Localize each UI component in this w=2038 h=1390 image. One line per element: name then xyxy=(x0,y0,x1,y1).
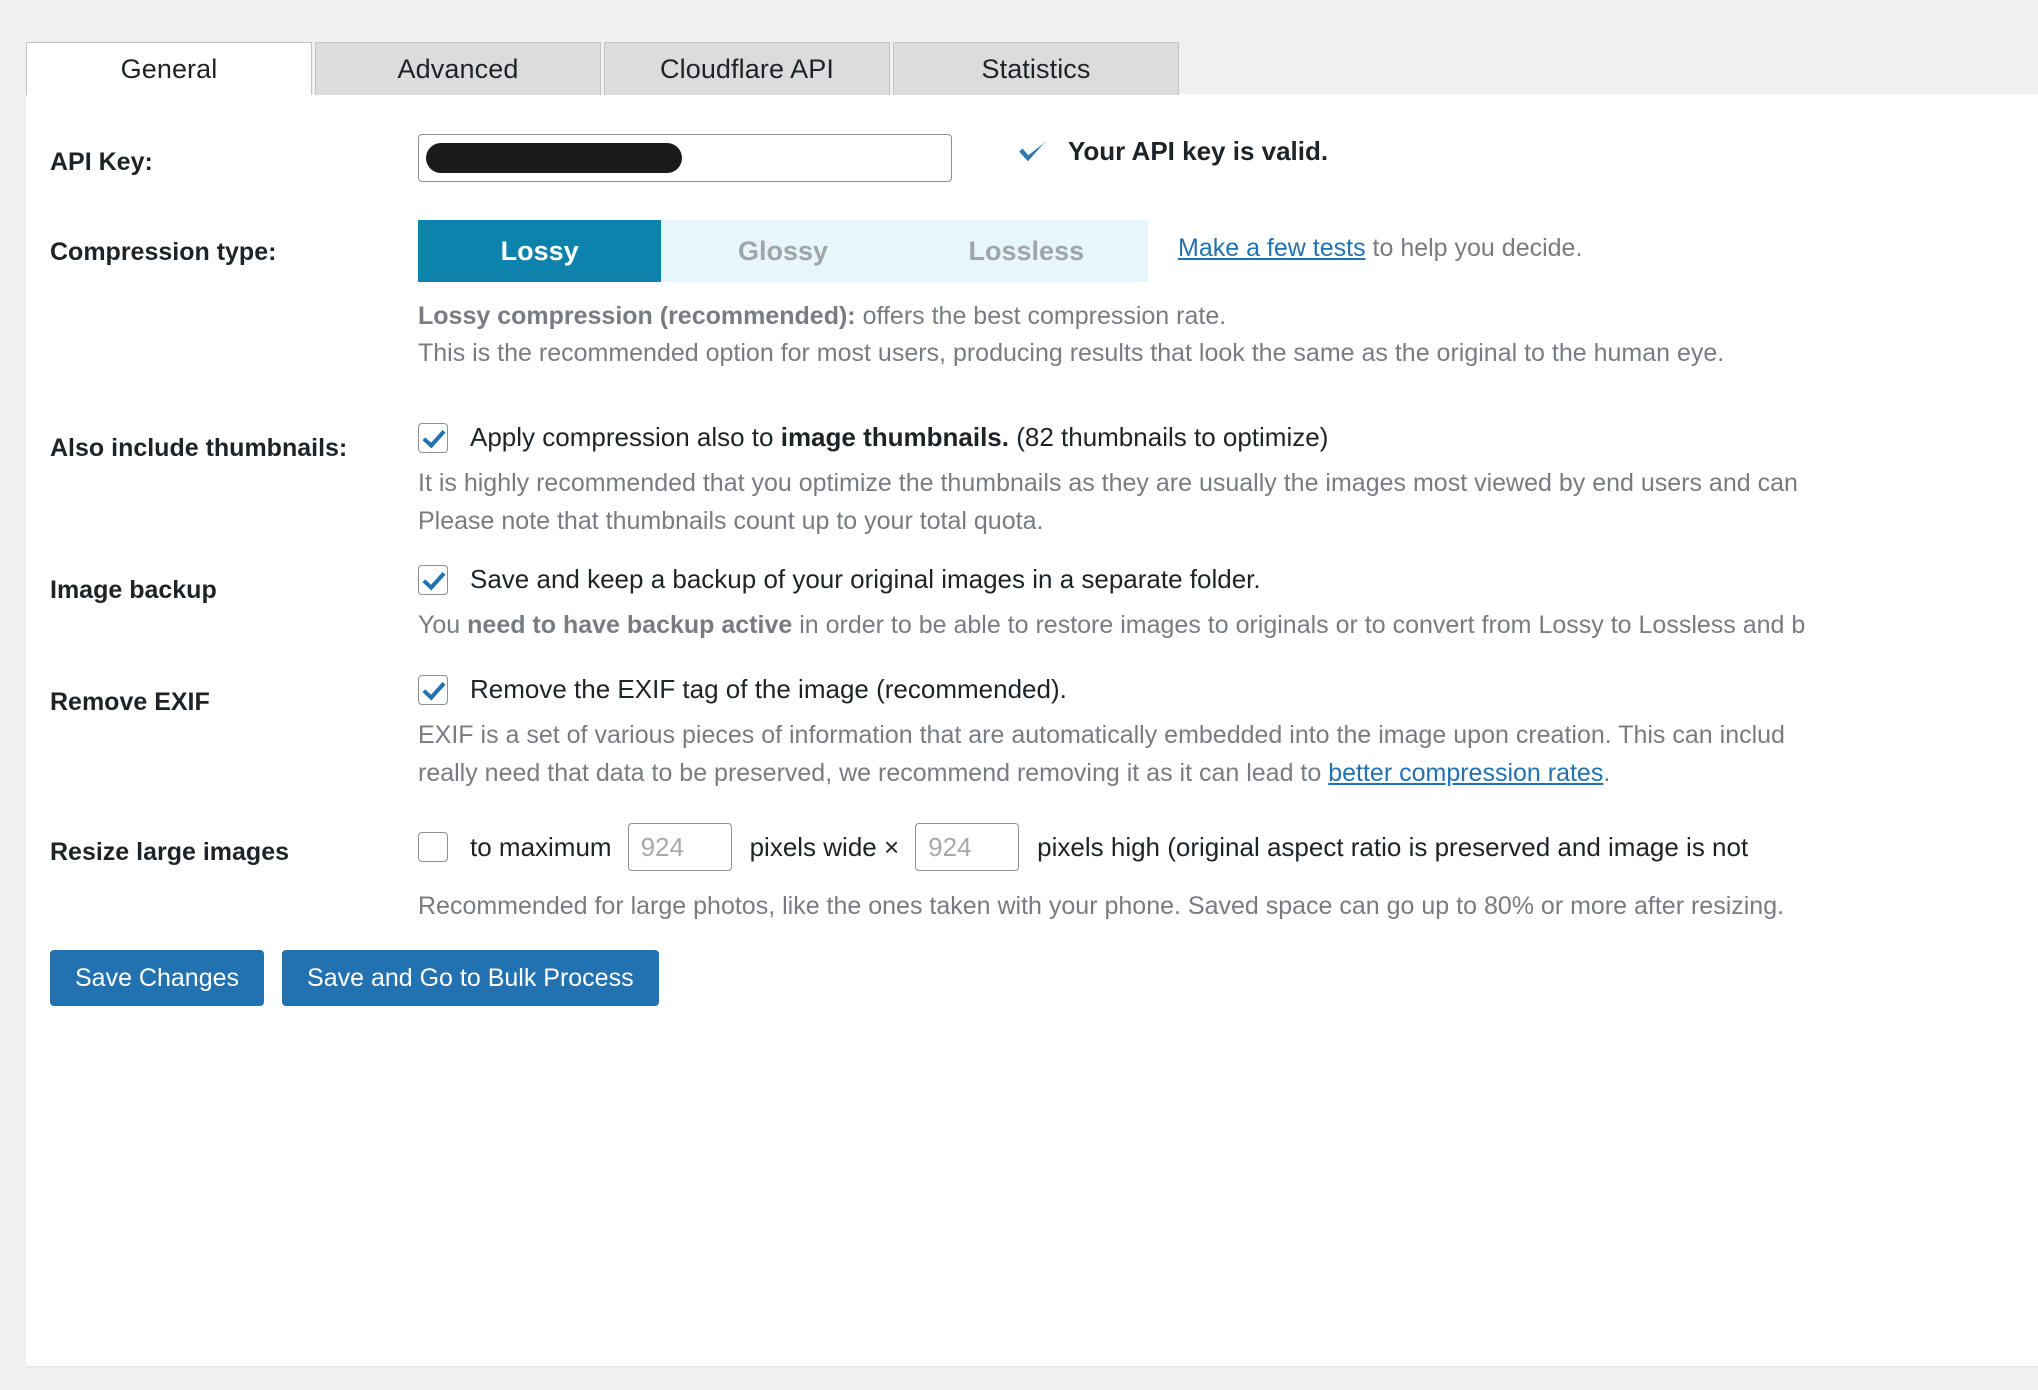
row-compression-type: Compression type: Lossy Glossy Lossless … xyxy=(26,220,2038,400)
tab-statistics[interactable]: Statistics xyxy=(893,42,1179,95)
compression-desc-line1: Lossy compression (recommended): offers … xyxy=(418,302,1724,331)
image-backup-desc: You need to have backup active in order … xyxy=(418,611,1805,640)
compression-desc-line2: This is the recommended option for most … xyxy=(418,339,1725,368)
resize-height-input[interactable] xyxy=(915,823,1020,871)
compression-option-lossy-label: Lossy xyxy=(500,235,579,266)
image-backup-checkbox-line: Save and keep a backup of your original … xyxy=(418,564,1805,595)
thumbnails-checkbox[interactable] xyxy=(418,422,448,453)
api-key-redaction-bar xyxy=(426,143,682,173)
compression-type-toggle-group: Lossy Glossy Lossless xyxy=(418,220,1148,282)
tab-cloudflare-api[interactable]: Cloudflare API xyxy=(604,42,890,95)
image-backup-checkbox-label: Save and keep a backup of your original … xyxy=(470,564,1261,594)
thumbnails-desc-line2: Please note that thumbnails count up to … xyxy=(418,507,1044,536)
compression-desc-bold: Lossy compression (recommended): xyxy=(418,302,856,330)
image-backup-desc-before: You xyxy=(418,611,468,639)
tab-cloudflare-api-label: Cloudflare API xyxy=(660,53,834,84)
tab-general-label: General xyxy=(120,53,218,84)
tab-advanced-label: Advanced xyxy=(397,53,519,84)
image-backup-desc-bold: need to have backup active xyxy=(467,611,793,639)
tab-statistics-label: Statistics xyxy=(981,53,1091,84)
resize-width-input[interactable] xyxy=(627,823,732,871)
thumbnails-desc-line1: It is highly recommended that you optimi… xyxy=(418,469,1798,497)
action-buttons: Save Changes Save and Go to Bulk Process xyxy=(50,950,659,1006)
image-backup-field: Save and keep a backup of your original … xyxy=(418,564,1805,640)
compression-type-label: Compression type: xyxy=(50,238,277,266)
remove-exif-checkbox-label: Remove the EXIF tag of the image (recomm… xyxy=(470,674,1067,704)
thumbnails-text-bold: image thumbnails. xyxy=(780,422,1009,452)
api-key-field-wrap xyxy=(418,134,952,182)
remove-exif-checkbox-line: Remove the EXIF tag of the image (recomm… xyxy=(418,674,1785,705)
blue-checkmark-icon xyxy=(1019,139,1047,162)
resize-text-after: pixels high (original aspect ratio is pr… xyxy=(1037,831,1749,862)
compression-option-lossy[interactable]: Lossy xyxy=(418,220,662,282)
compression-option-glossy-label: Glossy xyxy=(737,235,829,266)
thumbnails-text-after: (82 thumbnails to optimize) xyxy=(1008,422,1329,452)
api-key-label: API Key: xyxy=(50,148,153,176)
better-compression-rates-link[interactable]: better compression rates xyxy=(1328,759,1603,787)
api-key-status: Your API key is valid. xyxy=(1016,134,1328,168)
remove-exif-desc-after: . xyxy=(1603,759,1611,788)
remove-exif-desc-line2: really need that data to be preserved, w… xyxy=(418,759,1785,788)
settings-panel: API Key: Your API key is valid. Compress… xyxy=(26,94,2038,1366)
row-image-backup: Image backup Save and keep a backup of y… xyxy=(26,564,2038,676)
remove-exif-checkbox[interactable] xyxy=(418,674,448,705)
api-key-input[interactable] xyxy=(418,134,952,182)
compression-hint: Make a few tests to help you decide. xyxy=(1178,234,1582,263)
image-backup-desc-after: in order to be able to restore images to… xyxy=(792,611,1806,639)
resize-checkbox[interactable] xyxy=(418,832,448,862)
resize-desc: Recommended for large photos, like the o… xyxy=(418,892,1785,920)
compression-option-lossless-label: Lossless xyxy=(968,235,1085,266)
resize-field: to maximum pixels wide × pixels high (or… xyxy=(418,816,1784,921)
compression-type-field: Lossy Glossy Lossless Make a few tests t… xyxy=(418,220,1724,369)
settings-page: General Advanced Cloudflare API Statisti… xyxy=(0,0,2038,1390)
row-api-key: API Key: Your API key is valid. xyxy=(26,126,2038,222)
save-changes-button[interactable]: Save Changes xyxy=(50,950,265,1006)
row-resize-large-images: Resize large images to maximum pixels wi… xyxy=(26,816,2038,956)
thumbnails-field: Apply compression also to image thumbnai… xyxy=(418,422,1798,537)
make-a-few-tests-link[interactable]: Make a few tests xyxy=(1178,234,1366,262)
row-thumbnails: Also include thumbnails: Apply compressi… xyxy=(26,422,2038,562)
thumbnails-checkbox-line: Apply compression also to image thumbnai… xyxy=(418,422,1798,453)
row-actions: Save Changes Save and Go to Bulk Process xyxy=(26,950,2038,1020)
resize-controls: to maximum pixels wide × pixels high (or… xyxy=(418,816,1784,878)
image-backup-label: Image backup xyxy=(50,576,217,604)
tab-general[interactable]: General xyxy=(26,42,312,95)
remove-exif-label: Remove EXIF xyxy=(50,688,210,716)
thumbnails-checkbox-label: Apply compression also to image thumbnai… xyxy=(470,422,1328,453)
image-backup-checkbox[interactable] xyxy=(418,564,448,595)
remove-exif-field: Remove the EXIF tag of the image (recomm… xyxy=(418,674,1785,789)
resize-text-middle: pixels wide × xyxy=(749,831,900,862)
compression-option-glossy[interactable]: Glossy xyxy=(661,220,904,282)
compression-option-lossless[interactable]: Lossless xyxy=(905,220,1148,282)
thumbnails-text-before: Apply compression also to xyxy=(470,422,781,452)
api-key-status-text: Your API key is valid. xyxy=(1068,135,1329,166)
thumbnails-label: Also include thumbnails: xyxy=(50,434,348,462)
remove-exif-desc-before: really need that data to be preserved, w… xyxy=(418,759,1329,788)
resize-text-before: to maximum xyxy=(470,831,612,862)
resize-label: Resize large images xyxy=(50,838,290,866)
tab-advanced[interactable]: Advanced xyxy=(315,42,601,95)
tab-bar: General Advanced Cloudflare API Statisti… xyxy=(26,42,1182,95)
compression-desc-rest: offers the best compression rate. xyxy=(855,302,1227,330)
save-and-go-to-bulk-process-button[interactable]: Save and Go to Bulk Process xyxy=(282,950,659,1006)
compression-hint-rest: to help you decide. xyxy=(1365,234,1583,262)
row-remove-exif: Remove EXIF Remove the EXIF tag of the i… xyxy=(26,674,2038,824)
remove-exif-desc-line1: EXIF is a set of various pieces of infor… xyxy=(418,721,1785,749)
